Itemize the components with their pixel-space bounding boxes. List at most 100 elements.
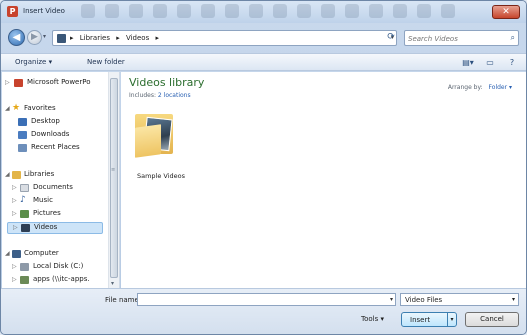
breadcrumb-libraries[interactable]: Libraries xyxy=(80,34,110,42)
change-view-icon[interactable]: ▤▾ xyxy=(462,57,474,68)
disk-icon xyxy=(20,263,29,271)
folder-item-sample-videos[interactable]: Sample Videos xyxy=(131,108,191,188)
nav-item-label: Videos xyxy=(34,223,58,231)
search-icon[interactable]: ⌕ xyxy=(511,33,515,43)
nav-item-music[interactable]: ▷ ♪ Music xyxy=(2,195,106,208)
nav-item-desktop[interactable]: Desktop xyxy=(2,117,106,129)
recent-pages-dropdown[interactable]: ▾ xyxy=(43,33,46,40)
close-button[interactable]: ✕ xyxy=(492,5,520,19)
chevron-down-icon: ▾ xyxy=(511,296,515,303)
insert-button[interactable]: Insert ▾ xyxy=(401,312,457,327)
back-arrow-icon: ◀ xyxy=(12,32,21,43)
arrange-by-dropdown[interactable]: Folder ▾ xyxy=(489,84,512,91)
insert-video-dialog: P Insert Video ✕ ◀ ▶ ▾ ▸ Libraries ▸ Vid… xyxy=(0,0,527,335)
library-title: Videos library xyxy=(129,76,205,89)
computer-icon xyxy=(12,250,21,258)
nav-item-downloads[interactable]: Downloads xyxy=(2,130,106,142)
file-name-label: File name: xyxy=(105,296,142,304)
locations-link[interactable]: 2 locations xyxy=(158,92,191,99)
downloads-icon xyxy=(18,131,27,139)
insert-options-dropdown[interactable]: ▾ xyxy=(447,313,456,326)
nav-item-documents[interactable]: ▷ Documents xyxy=(2,183,106,195)
collapse-arrow-icon[interactable]: ◢ xyxy=(5,250,10,257)
scroll-thumb[interactable] xyxy=(110,78,118,278)
music-icon: ♪ xyxy=(20,195,26,205)
videos-icon xyxy=(21,224,30,232)
navigation-pane: ▷ Microsoft PowerPo ◢ ★ Favorites Deskto… xyxy=(2,72,120,288)
insert-label: Insert xyxy=(410,316,431,324)
breadcrumb: ▸ Libraries ▸ Videos ▸ xyxy=(70,34,163,42)
search-input[interactable] xyxy=(408,33,503,44)
scroll-down-icon[interactable]: ▾ xyxy=(111,280,114,287)
arrange-by: Arrange by: Folder ▾ xyxy=(448,84,512,91)
nav-item-label: Documents xyxy=(33,183,73,191)
address-bar[interactable]: ▸ Libraries ▸ Videos ▸ ▾ xyxy=(52,30,397,46)
nav-item-favorites[interactable]: ◢ ★ Favorites xyxy=(2,103,106,116)
file-name-input[interactable] xyxy=(138,294,378,305)
expand-arrow-icon[interactable]: ▷ xyxy=(12,197,17,204)
desktop-icon xyxy=(18,118,27,126)
file-list-pane: Videos library Includes: 2 locations Arr… xyxy=(121,72,526,288)
expand-arrow-icon[interactable]: ▷ xyxy=(12,263,17,270)
nav-item-libraries[interactable]: ◢ Libraries xyxy=(2,170,106,182)
preview-pane-icon[interactable]: ▭ xyxy=(484,57,496,68)
expand-arrow-icon[interactable]: ▷ xyxy=(12,210,17,217)
expand-arrow-icon[interactable]: ▷ xyxy=(13,224,18,231)
help-icon[interactable]: ? xyxy=(506,57,518,68)
expand-arrow-icon[interactable]: ▷ xyxy=(5,79,10,86)
nav-item-recent-places[interactable]: Recent Places xyxy=(2,143,106,155)
nav-item-label: apps (\\itc-apps. xyxy=(33,275,90,283)
search-box: ⌕ xyxy=(404,30,519,46)
background-ribbon-ghost xyxy=(81,4,481,20)
nav-item-pictures[interactable]: ▷ Pictures xyxy=(2,209,106,221)
expand-arrow-icon[interactable]: ▷ xyxy=(12,184,17,191)
breadcrumb-separator: ▸ xyxy=(155,34,159,42)
nav-item-label: Desktop xyxy=(31,117,60,125)
nav-item-videos[interactable]: ▷ Videos xyxy=(7,222,103,234)
nav-item-powerpoint[interactable]: ▷ Microsoft PowerPo xyxy=(2,78,106,90)
powerpoint-icon xyxy=(14,79,23,87)
breadcrumb-videos[interactable]: Videos xyxy=(126,34,149,42)
breadcrumb-separator: ▸ xyxy=(70,34,74,42)
powerpoint-app-icon: P xyxy=(7,6,18,17)
forward-arrow-icon: ▶ xyxy=(31,32,38,42)
nav-pane-scrollbar[interactable]: ≡ ▾ xyxy=(108,72,119,288)
nav-item-label: Recent Places xyxy=(31,143,80,151)
nav-item-local-disk[interactable]: ▷ Local Disk (C:) xyxy=(2,262,106,274)
nav-item-label: Pictures xyxy=(33,209,61,217)
folder-front-flap xyxy=(135,124,161,158)
expand-arrow-icon[interactable]: ▷ xyxy=(12,276,17,283)
dialog-title: Insert Video xyxy=(23,7,65,15)
library-includes: Includes: 2 locations xyxy=(129,92,191,99)
nav-item-network-apps[interactable]: ▷ apps (\\itc-apps. xyxy=(2,275,106,287)
file-type-value: Video Files xyxy=(405,296,443,304)
folder-label: Sample Videos xyxy=(136,172,186,180)
organize-button[interactable]: Organize ▾ xyxy=(15,58,52,66)
refresh-icon: ⟳ xyxy=(387,32,395,42)
file-type-select[interactable]: Video Files ▾ xyxy=(400,293,519,306)
nav-item-label: Music xyxy=(33,196,53,204)
arrange-label: Arrange by: xyxy=(447,84,483,91)
includes-label: Includes: xyxy=(129,92,156,99)
breadcrumb-separator: ▸ xyxy=(116,34,120,42)
command-bar: Organize ▾ New folder ▤▾ ▭ ? xyxy=(1,53,526,71)
scroll-grip-icon: ≡ xyxy=(111,167,116,173)
nav-item-computer[interactable]: ◢ Computer xyxy=(2,249,106,261)
network-drive-icon xyxy=(20,276,29,284)
nav-item-label: Libraries xyxy=(24,170,55,178)
libraries-icon xyxy=(12,171,21,179)
file-name-field[interactable]: ▾ xyxy=(137,293,396,306)
bottom-panel: File name: ▾ Video Files ▾ Tools ▾ Inser… xyxy=(1,288,526,334)
new-folder-button[interactable]: New folder xyxy=(87,58,125,66)
refresh-button[interactable]: ⟳ xyxy=(384,30,398,46)
library-icon xyxy=(57,34,66,43)
collapse-arrow-icon[interactable]: ◢ xyxy=(5,105,10,112)
file-name-dropdown-icon[interactable]: ▾ xyxy=(390,296,393,303)
pictures-icon xyxy=(20,210,29,218)
forward-button[interactable]: ▶ xyxy=(27,30,42,45)
address-bar-row: ◀ ▶ ▾ ▸ Libraries ▸ Videos ▸ ▾ ⟳ ⌕ xyxy=(1,27,526,49)
tools-menu[interactable]: Tools ▾ xyxy=(361,315,384,323)
back-button[interactable]: ◀ xyxy=(8,29,25,46)
collapse-arrow-icon[interactable]: ◢ xyxy=(5,171,10,178)
cancel-button[interactable]: Cancel xyxy=(465,312,519,327)
